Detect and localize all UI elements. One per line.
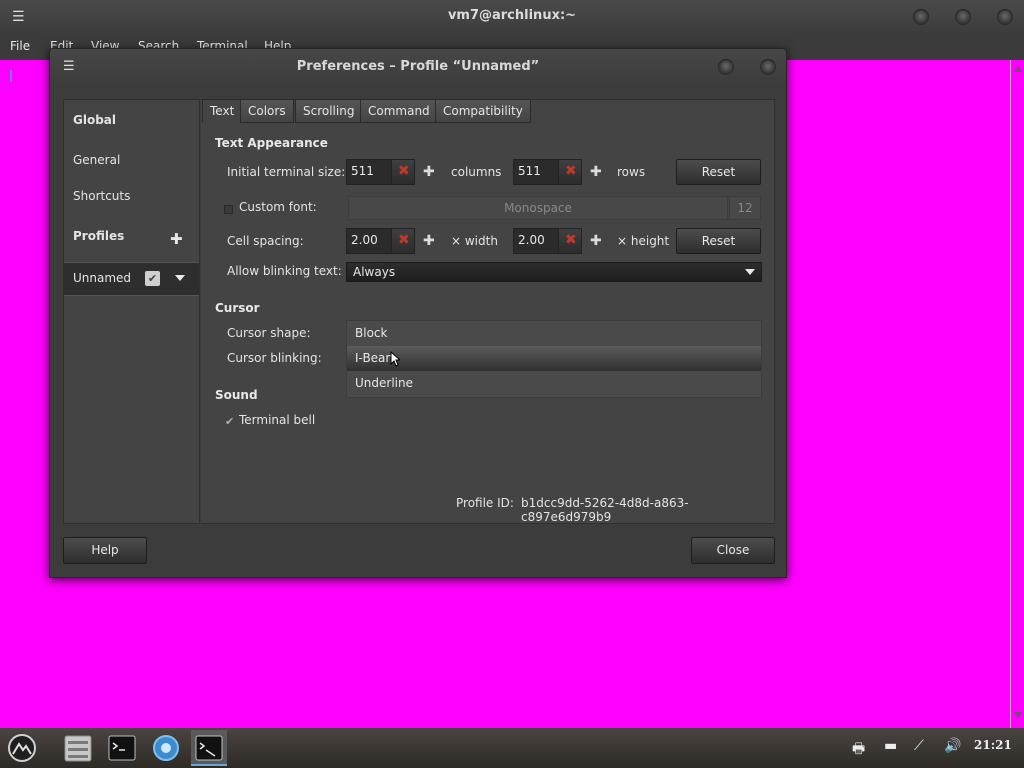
cell-height-increment-icon[interactable]: ✚ [590, 233, 602, 249]
sound-heading: Sound [215, 388, 258, 402]
rows-increment-icon[interactable]: ✚ [590, 164, 602, 180]
terminal-titlebar: ☰ vm7@archlinux:~ [0, 0, 1024, 34]
columns-increment-icon[interactable]: ✚ [423, 164, 435, 180]
minus-icon: ✖ [565, 232, 577, 248]
terminal-scrollbar[interactable] [1010, 60, 1024, 728]
network-icon[interactable]: ⟋ [914, 738, 924, 754]
cell-width-increment-icon[interactable]: ✚ [423, 233, 435, 249]
sidebar-item-shortcuts[interactable]: Shortcuts [73, 189, 130, 203]
custom-font-checkbox[interactable] [224, 205, 233, 214]
custom-font-label: Custom font: [239, 200, 317, 214]
sidebar-item-general[interactable]: General [73, 153, 120, 167]
tab-command[interactable]: Command [360, 99, 438, 123]
blinking-text-label: Allow blinking text: [227, 264, 342, 278]
minimize-button[interactable] [913, 9, 929, 25]
columns-input[interactable]: 511 [346, 159, 392, 185]
dialog-close-circle-button[interactable] [760, 59, 776, 75]
menu-file[interactable]: File [10, 39, 30, 53]
minus-icon: ✖ [398, 163, 410, 179]
default-profile-check-icon: ✔ [145, 271, 160, 286]
cursor-shape-dropdown-list: Block I-Beam Underline [346, 320, 762, 398]
initial-size-label: Initial terminal size: [227, 165, 346, 179]
cursor-shape-option-ibeam[interactable]: I-Beam [347, 346, 761, 371]
terminal-bell-checkbox[interactable]: ✔ [225, 415, 234, 428]
profile-id-label: Profile ID: [456, 496, 514, 510]
text-appearance-heading: Text Appearance [215, 136, 328, 150]
keyboard-icon[interactable]: ▬ [884, 738, 897, 754]
sidebar-item-unnamed-profile[interactable]: Unnamed ✔ [64, 262, 199, 296]
sidebar-global-heading: Global [73, 113, 117, 127]
minus-icon: ✖ [398, 232, 410, 248]
cursor-shape-option-underline[interactable]: Underline [347, 371, 761, 396]
blinking-text-value: Always [353, 265, 396, 279]
rows-input[interactable]: 511 [513, 159, 559, 185]
cell-spacing-label: Cell spacing: [227, 234, 304, 248]
tab-colors[interactable]: Colors [240, 99, 294, 123]
add-profile-icon[interactable]: ✚ [170, 230, 183, 248]
cursor-blinking-label: Cursor blinking: [227, 351, 322, 365]
preferences-content: Text Colors Scrolling Command Compatibil… [201, 99, 775, 524]
file-manager-icon[interactable] [62, 732, 94, 764]
profile-id-value: b1dcc9dd-5262-4d8d-a863-c897e6d979b9 [521, 496, 689, 524]
reset-size-button[interactable]: Reset [676, 159, 761, 185]
height-label: × height [617, 234, 670, 248]
cursor-heading: Cursor [215, 301, 260, 315]
profile-name-label: Unnamed [73, 271, 132, 285]
dialog-titlebar: ☰ Preferences – Profile “Unnamed” [50, 49, 786, 85]
cell-height-input[interactable]: 2.00 [513, 228, 559, 254]
close-button[interactable] [997, 9, 1013, 25]
dialog-title: Preferences – Profile “Unnamed” [296, 59, 540, 74]
font-size-value: 12 [729, 196, 761, 220]
volume-icon[interactable]: 🔊 [944, 738, 961, 754]
rows-label: rows [617, 165, 646, 179]
terminal-icon[interactable] [106, 732, 138, 764]
clock[interactable]: 21:21 [974, 738, 1012, 752]
profile-menu-chevron-icon[interactable] [175, 275, 185, 281]
printer-icon[interactable]: 🖶 [852, 738, 865, 762]
cursor-shape-label: Cursor shape: [227, 326, 311, 340]
help-button[interactable]: Help [63, 537, 147, 564]
taskbar: 🖶 ▬ ⟋ 🔊 21:21 [0, 728, 1024, 768]
launcher-icon[interactable] [6, 732, 38, 764]
cell-width-input[interactable]: 2.00 [346, 228, 392, 254]
minus-icon: ✖ [565, 163, 577, 179]
preferences-sidebar: Global General Shortcuts Profiles ✚ Unna… [63, 99, 200, 524]
browser-icon[interactable] [150, 732, 182, 764]
font-picker-button[interactable]: Monospace [348, 196, 728, 220]
terminal-cursor [10, 70, 12, 82]
terminal-window-icon[interactable] [193, 732, 225, 764]
tab-compatibility[interactable]: Compatibility [435, 99, 531, 123]
chevron-down-icon [745, 269, 755, 275]
tab-text[interactable]: Text [202, 99, 243, 123]
sidebar-profiles-heading: Profiles [73, 229, 125, 243]
cell-height-decrement-button[interactable]: ✖ [558, 228, 582, 254]
mouse-pointer-icon [390, 351, 400, 367]
width-label: × width [451, 234, 498, 248]
tab-scrolling[interactable]: Scrolling [295, 99, 363, 123]
rows-decrement-button[interactable]: ✖ [558, 159, 582, 185]
close-dialog-button[interactable]: Close [691, 537, 775, 564]
preferences-dialog: ☰ Preferences – Profile “Unnamed” Global… [49, 48, 787, 578]
dialog-minimize-button[interactable] [718, 59, 734, 75]
cursor-shape-option-block[interactable]: Block [347, 321, 761, 346]
reset-spacing-button[interactable]: Reset [676, 228, 761, 254]
columns-decrement-button[interactable]: ✖ [391, 159, 415, 185]
terminal-title: vm7@archlinux:~ [447, 8, 577, 23]
cell-width-decrement-button[interactable]: ✖ [391, 228, 415, 254]
terminal-bell-label: Terminal bell [239, 413, 316, 427]
maximize-button[interactable] [955, 9, 971, 25]
columns-label: columns [451, 165, 502, 179]
blinking-text-select[interactable]: Always [346, 262, 762, 282]
